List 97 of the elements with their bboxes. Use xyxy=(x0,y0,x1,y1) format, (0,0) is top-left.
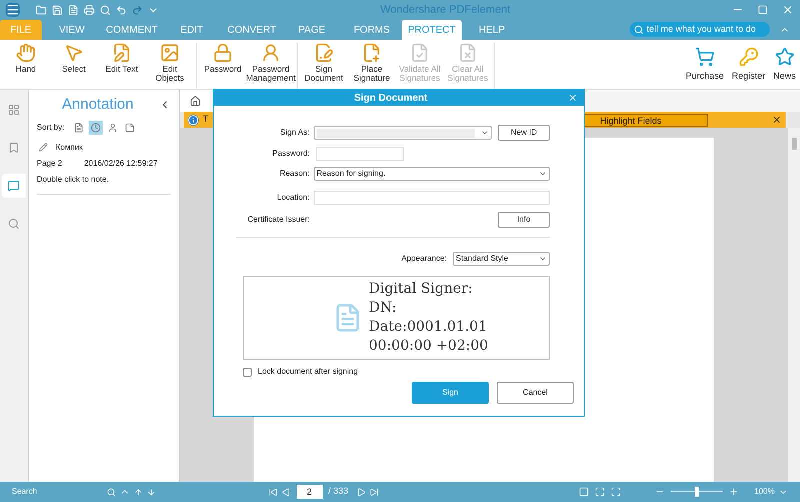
single-page-icon[interactable] xyxy=(578,487,589,497)
annotation-note: Double click to note. xyxy=(37,174,110,184)
search-label: Search xyxy=(12,486,38,498)
page-icon xyxy=(74,122,84,132)
notification-text: T xyxy=(203,113,208,126)
page-total: / 333 xyxy=(328,485,349,498)
preview-line: Date:0001.01.01 xyxy=(369,318,488,337)
preview-line: 00:00:00 +02:00 xyxy=(369,337,488,356)
fit-page-icon[interactable] xyxy=(610,487,621,497)
pointer-icon xyxy=(64,43,84,63)
lock-icon xyxy=(213,43,233,63)
sidebar-tab[interactable] xyxy=(2,174,26,198)
certificate-issuer-label: Certificate Issuer: xyxy=(246,214,310,226)
sign-as-select[interactable] xyxy=(314,126,492,140)
home-tab[interactable] xyxy=(180,90,210,112)
clock-icon xyxy=(90,122,101,132)
location-label: Location: xyxy=(276,192,310,204)
toolbar-action[interactable]: Register xyxy=(728,47,770,84)
dialog-title: Sign Document xyxy=(354,92,428,104)
home-icon xyxy=(190,96,200,106)
annotation-page: Page 2 xyxy=(37,158,62,170)
undo-icon[interactable] xyxy=(116,4,127,16)
lock-label: Lock document after signing xyxy=(258,366,358,378)
annotation-author: Компик xyxy=(56,142,83,154)
ribbon-button[interactable]: Select xyxy=(50,43,98,89)
search-icon xyxy=(8,218,20,230)
signature-icon xyxy=(314,43,334,63)
save-icon[interactable] xyxy=(52,4,63,16)
zoom-slider[interactable] xyxy=(670,487,723,497)
lock-checkbox[interactable] xyxy=(243,368,252,376)
hand-icon xyxy=(16,43,36,63)
reason-label: Reason: xyxy=(278,168,310,180)
page-field[interactable]: 2 xyxy=(296,485,322,499)
fit-icon[interactable] xyxy=(594,487,605,497)
document-pencil-icon xyxy=(112,43,132,63)
document-x-icon xyxy=(458,43,478,63)
dialog-button[interactable]: Cancel xyxy=(497,382,574,404)
comment-icon xyxy=(8,180,20,192)
ribbon-button[interactable]: Place Signature xyxy=(348,43,396,89)
preview-line: Digital Signer: xyxy=(369,280,474,299)
search-icon xyxy=(634,24,644,34)
appearance-select[interactable]: Standard Style xyxy=(453,252,550,266)
pencil-icon xyxy=(39,143,48,152)
dropdown-icon xyxy=(539,170,547,178)
down-arrow-icon[interactable] xyxy=(147,488,156,496)
ribbon-button[interactable]: Edit Text xyxy=(98,43,146,89)
previous-page-icon[interactable] xyxy=(282,488,290,496)
document-plus-icon xyxy=(362,43,382,63)
last-page-icon[interactable] xyxy=(370,488,379,496)
user-icon xyxy=(108,122,118,132)
up-arrow-icon[interactable] xyxy=(134,488,143,496)
user-icon xyxy=(261,43,281,63)
toolbar-action[interactable]: News xyxy=(769,47,800,84)
preview-line: DN: xyxy=(369,299,398,318)
new-id-button[interactable]: New ID xyxy=(498,125,550,141)
document-check-icon xyxy=(410,43,430,63)
maximize-icon[interactable] xyxy=(758,5,768,15)
star-icon xyxy=(774,47,795,67)
ribbon-button[interactable]: Edit Objects xyxy=(146,43,194,89)
next-page-icon[interactable] xyxy=(356,488,366,496)
search-icon[interactable] xyxy=(107,488,116,496)
app-menu-icon[interactable] xyxy=(6,3,20,17)
redo-icon[interactable] xyxy=(132,4,143,16)
document-icon[interactable] xyxy=(68,4,79,16)
print-icon[interactable] xyxy=(84,4,95,16)
panel-title: Annotation xyxy=(62,96,134,113)
thumbnails-icon xyxy=(8,104,20,116)
appearance-label: Appearance: xyxy=(402,253,447,265)
ribbon-button[interactable]: Password xyxy=(199,43,247,89)
ribbon-button[interactable]: Password Management xyxy=(247,43,295,89)
location-field[interactable] xyxy=(314,191,550,205)
key-icon xyxy=(738,47,759,67)
toolbar-action[interactable]: Purchase xyxy=(682,47,728,84)
image-icon xyxy=(160,43,180,63)
search-field[interactable]: tell me what you want to do xyxy=(630,22,770,37)
dropdown-icon xyxy=(539,255,547,263)
sign-as-label: Sign As: xyxy=(279,127,310,139)
search-icon[interactable] xyxy=(100,4,111,16)
ribbon-button[interactable]: Sign Document xyxy=(300,43,348,89)
zoom-in-icon[interactable] xyxy=(728,487,739,497)
close-icon[interactable] xyxy=(772,115,782,125)
cart-icon xyxy=(694,47,715,67)
sort-option[interactable] xyxy=(88,120,103,134)
sort-label: Sort by: xyxy=(37,122,65,134)
scrollbar[interactable] xyxy=(788,128,800,482)
password-field[interactable] xyxy=(316,147,404,161)
password-label: Password: xyxy=(272,148,310,160)
reason-select[interactable]: Reason for signing. xyxy=(314,167,550,181)
info-icon xyxy=(188,114,199,126)
open-folder-icon[interactable] xyxy=(36,4,47,16)
annotation-date: 2016/02/26 12:59:27 xyxy=(84,158,158,170)
info-button[interactable]: Info xyxy=(498,212,550,228)
bookmark-icon xyxy=(8,142,20,154)
ribbon-button[interactable]: Hand xyxy=(2,43,50,89)
note-icon xyxy=(124,122,135,132)
dropdown-icon xyxy=(481,129,490,137)
first-page-icon[interactable] xyxy=(268,488,278,496)
